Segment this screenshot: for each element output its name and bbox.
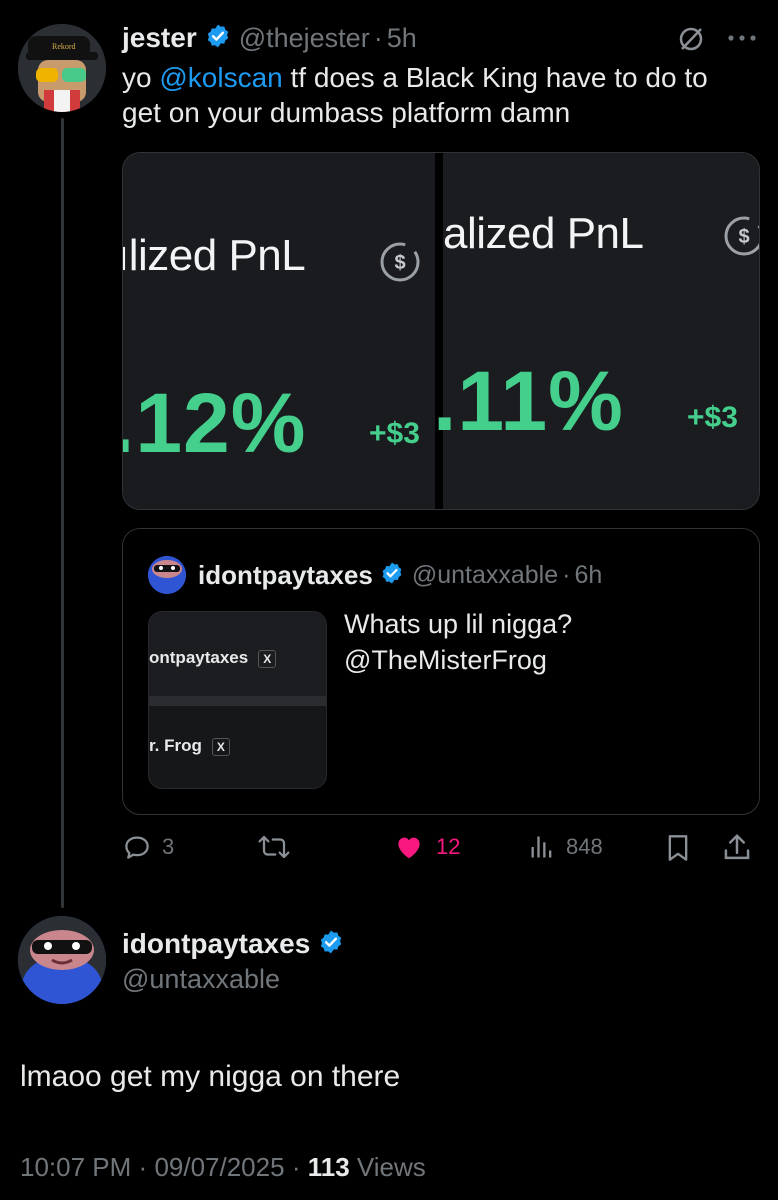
x-logo-icon: X bbox=[258, 649, 277, 668]
thumb-row-2-text: r. Frog bbox=[149, 736, 202, 755]
header-separator: · bbox=[373, 22, 383, 53]
views-count: 848 bbox=[566, 834, 603, 859]
verified-badge-icon bbox=[205, 23, 231, 54]
quote-author-avatar bbox=[148, 556, 186, 594]
bookmark-icon bbox=[668, 835, 688, 861]
tweet-text-line2: get on your dumbass platform damn bbox=[122, 97, 571, 128]
hat-text: Rekord bbox=[52, 42, 76, 51]
quote-text: Whats up lil nigga? @TheMisterFrog bbox=[344, 606, 572, 678]
reply-header: idontpaytaxes @untaxxable bbox=[122, 926, 344, 995]
x-logo-icon: X bbox=[211, 737, 230, 756]
meta-separator-2: · bbox=[291, 1152, 301, 1182]
tweet-text-prefix: yo bbox=[122, 62, 152, 93]
bookmark-button[interactable] bbox=[664, 832, 692, 864]
reply-views-count: 113 bbox=[307, 1152, 350, 1182]
quote-media-thumbnail: ontpaytaxes X r. Frog X bbox=[148, 611, 327, 789]
reply-author-handle[interactable]: @untaxxable bbox=[122, 964, 344, 995]
repost-icon bbox=[258, 835, 290, 859]
quote-time: 6h bbox=[574, 560, 603, 589]
reply-views-label: Views bbox=[356, 1152, 426, 1182]
pnl-amount-left: +$3 bbox=[369, 417, 420, 450]
heart-icon bbox=[398, 837, 420, 859]
thumb-row-2: r. Frog X bbox=[149, 736, 326, 756]
like-button[interactable]: 12 bbox=[394, 832, 460, 862]
coin-icon-left: $ bbox=[375, 237, 425, 292]
grok-icon[interactable] bbox=[676, 24, 706, 54]
quote-text-line1: Whats up lil nigga? bbox=[344, 609, 573, 639]
views-chart-icon bbox=[531, 836, 552, 858]
reply-meta: 10:07 PM · 09/07/2025 · 113 Views bbox=[20, 1152, 426, 1183]
thumb-row-1: ontpaytaxes X bbox=[149, 648, 326, 668]
reply-icon bbox=[125, 836, 149, 859]
author-avatar[interactable]: Rekord bbox=[18, 24, 106, 112]
reply-button[interactable]: 3 bbox=[122, 832, 174, 862]
tweet-text: yo @kolscan tf does a Black King have to… bbox=[122, 60, 762, 130]
reply-date[interactable]: 09/07/2025 bbox=[154, 1152, 284, 1182]
svg-text:$: $ bbox=[394, 252, 405, 274]
reply-text: lmaoo get my nigga on there bbox=[20, 1060, 401, 1093]
tweet-text-rest: tf does a Black King have to do to bbox=[290, 62, 708, 93]
author-handle[interactable]: @thejester bbox=[239, 23, 370, 54]
meta-separator-1: · bbox=[138, 1152, 148, 1182]
tweet-time[interactable]: 5h bbox=[387, 23, 417, 54]
media-panel-right: alized PnL $ .11% +$3 bbox=[433, 153, 759, 509]
tweet-header: jester @thejester · 5h bbox=[122, 20, 417, 56]
thumb-divider bbox=[149, 696, 326, 706]
tweet-media-image[interactable]: ılized PnL $ .12% +$3 alized PnL $ .11% … bbox=[122, 152, 760, 510]
like-count: 12 bbox=[436, 834, 461, 859]
repost-button[interactable] bbox=[256, 832, 292, 862]
share-icon bbox=[724, 834, 750, 860]
media-divider bbox=[435, 153, 443, 509]
quote-author-handle: @untaxxable bbox=[411, 560, 559, 589]
pnl-label-right: alized PnL bbox=[443, 209, 644, 258]
reply-author-avatar[interactable] bbox=[18, 916, 106, 1004]
media-panel-left: ılized PnL $ .12% +$3 bbox=[123, 153, 435, 509]
reply-author-name[interactable]: idontpaytaxes bbox=[122, 928, 310, 960]
thread-line bbox=[61, 118, 64, 908]
pnl-percent-left: .12% bbox=[122, 376, 307, 470]
reply-count: 3 bbox=[162, 834, 175, 859]
quote-header: idontpaytaxes @untaxxable · 6h bbox=[198, 558, 602, 592]
pnl-percent-right: .11% bbox=[433, 354, 624, 448]
share-button[interactable] bbox=[722, 832, 752, 864]
reply-verified-badge-icon bbox=[318, 929, 344, 960]
quote-text-line2: @TheMisterFrog bbox=[344, 645, 547, 675]
reply-time[interactable]: 10:07 PM bbox=[20, 1152, 131, 1182]
views-button[interactable]: 848 bbox=[528, 832, 603, 862]
quote-separator: · bbox=[562, 560, 571, 589]
action-bar: 3 12 848 bbox=[0, 832, 778, 872]
quote-author-name: idontpaytaxes bbox=[198, 559, 373, 590]
mention-link[interactable]: @kolscan bbox=[159, 62, 282, 93]
thumb-row-1-text: ontpaytaxes bbox=[149, 648, 249, 667]
coin-icon-right: $ bbox=[719, 211, 759, 266]
svg-text:$: $ bbox=[738, 226, 749, 248]
pnl-label-left: ılized PnL bbox=[122, 231, 306, 280]
quote-verified-badge-icon bbox=[380, 561, 404, 590]
more-options-icon[interactable] bbox=[726, 30, 758, 46]
author-name[interactable]: jester bbox=[122, 22, 197, 54]
pnl-amount-right: +$3 bbox=[687, 401, 738, 434]
